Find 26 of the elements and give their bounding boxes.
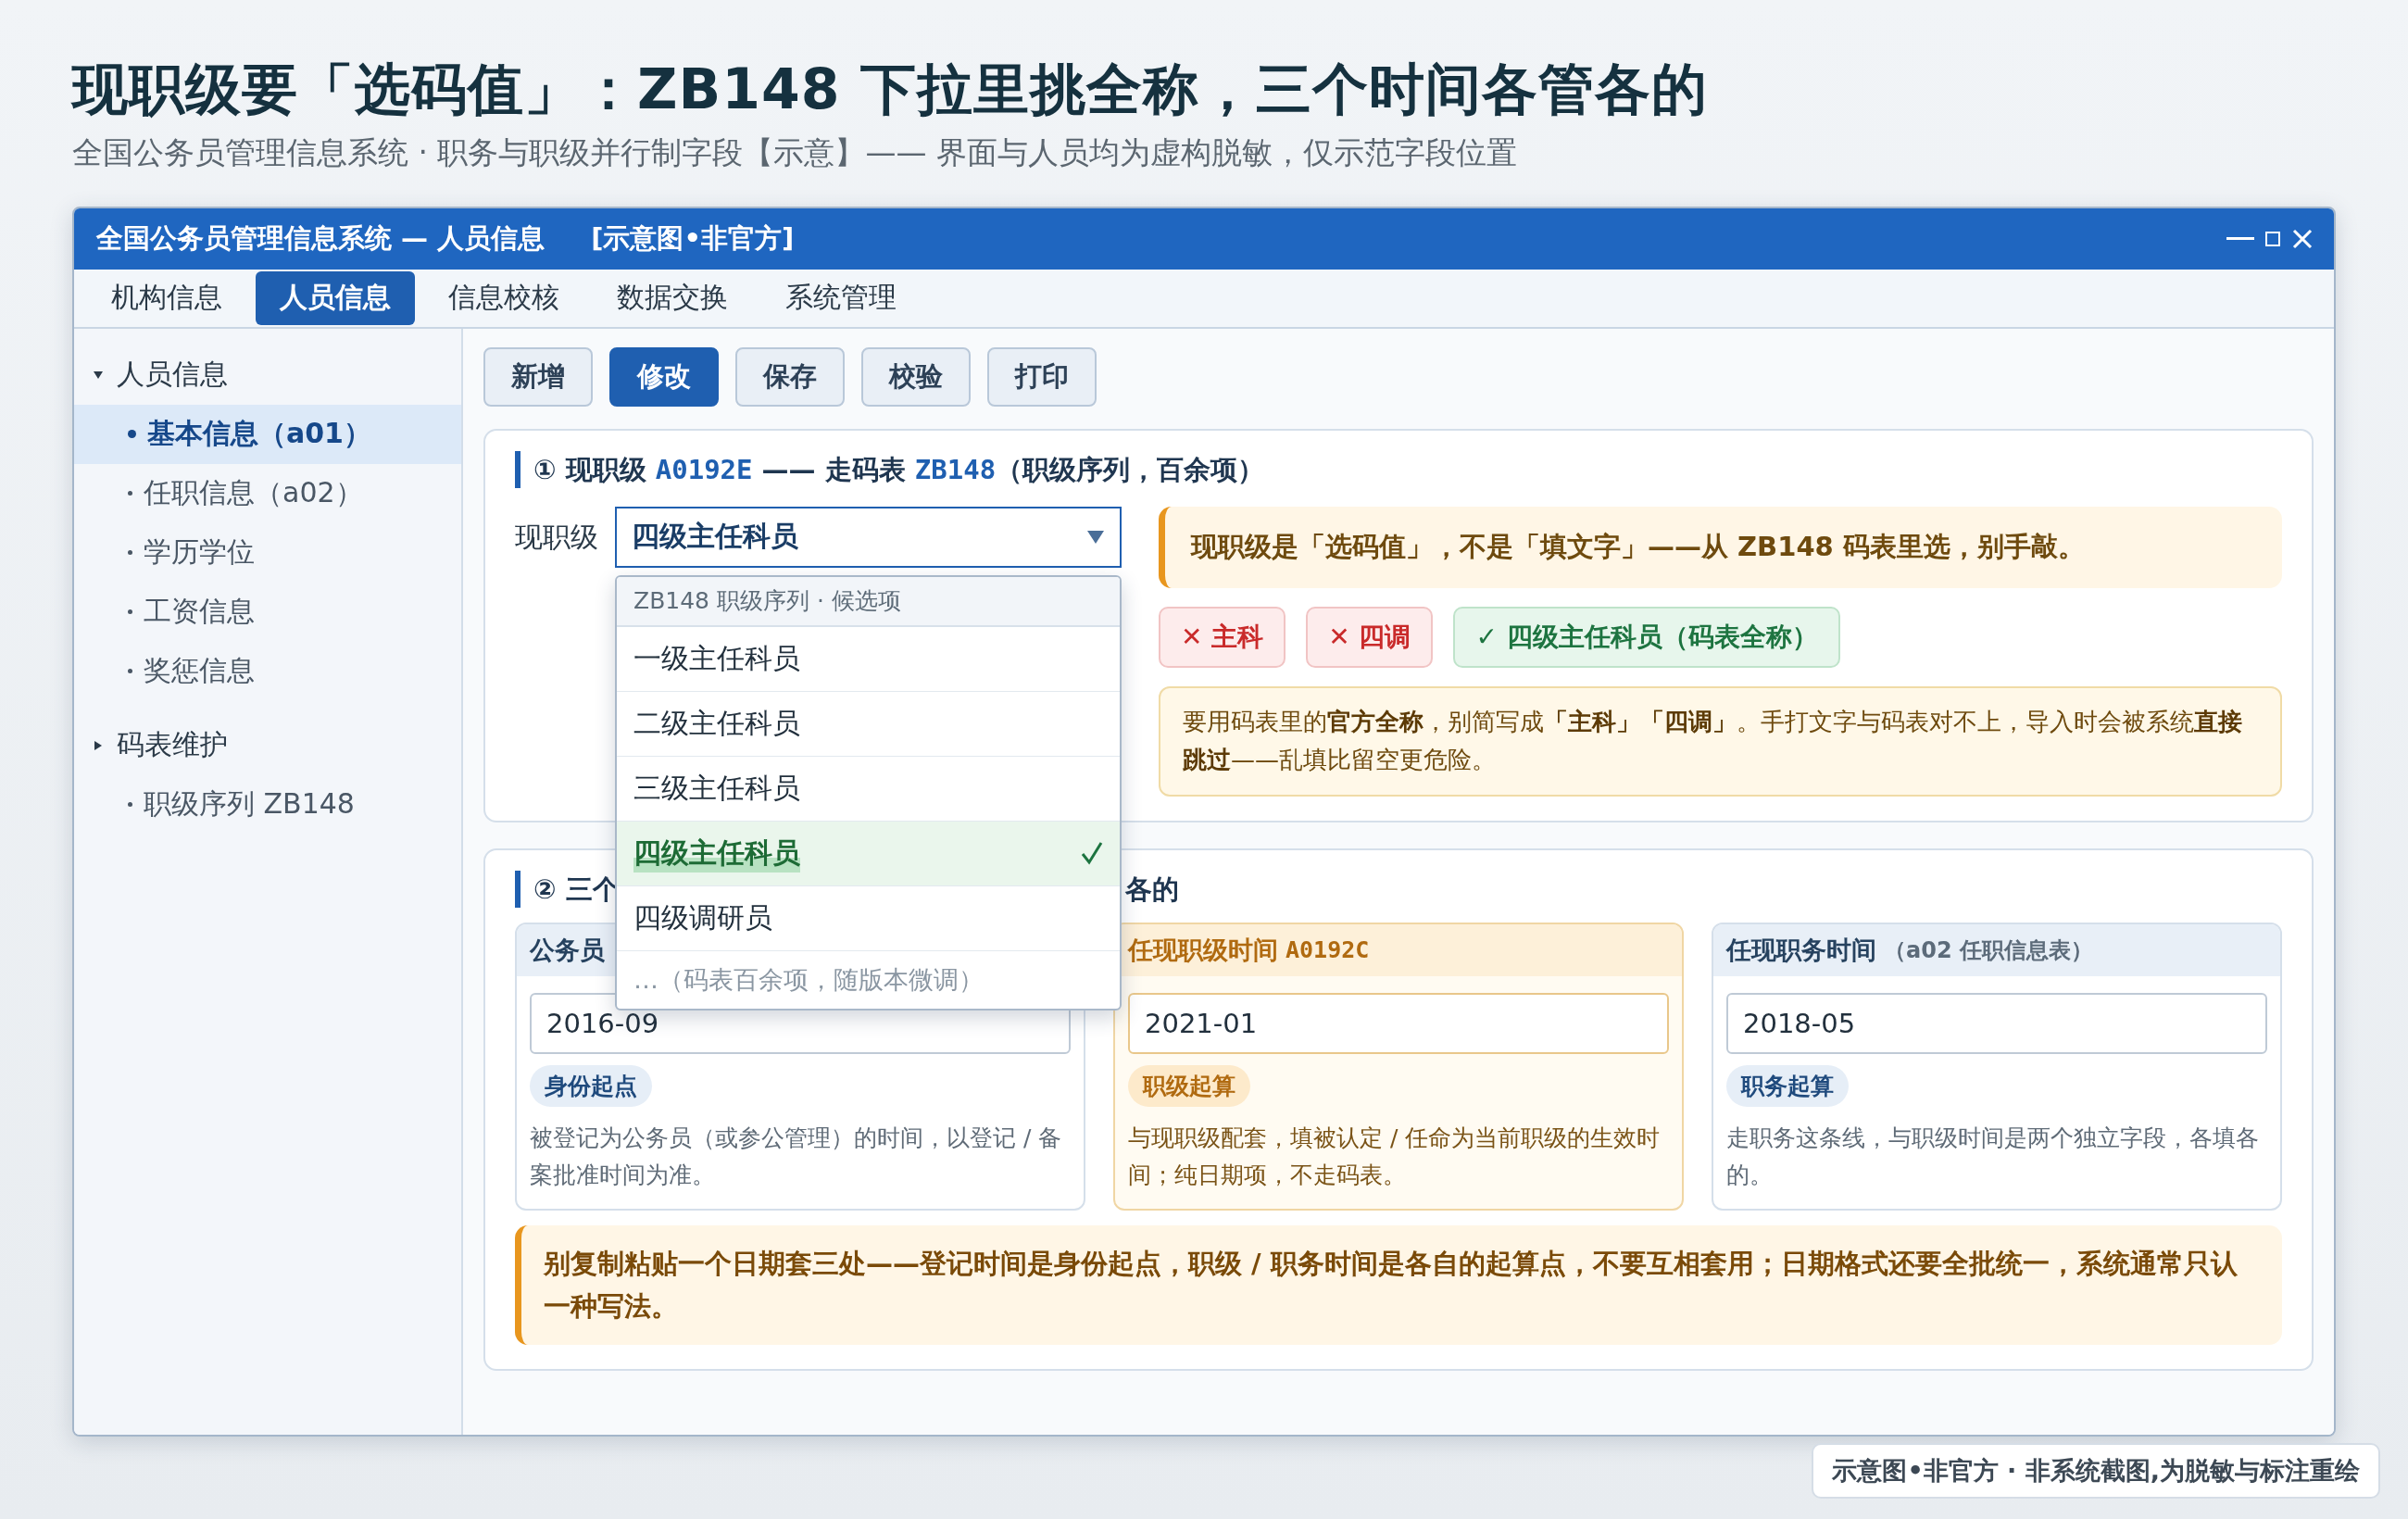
- info-note: 要用码表里的官方全称，别简写成「主科」「四调」。手打文字与码表对不上，导入时会被系统直接跳过——乱填比留空更危险。: [1159, 685, 2282, 797]
- card-subtitle: （a02 任职信息表）: [1884, 935, 2093, 965]
- card-description: 被登记为公务员（或参公管理）的时间，以登记 / 备案批准时间为准。: [530, 1123, 1063, 1190]
- callout-note: 现职级是「选码值」，不是「填文字」——从 ZB148 码表里选，别手敲。: [1159, 506, 2282, 588]
- card-title: 任现职级时间: [1128, 934, 1278, 966]
- window-tag: [示意图•非官方]: [591, 220, 795, 257]
- wrong-example-tag: ✕ 主科: [1159, 606, 1286, 668]
- card-description: 走职务这条线，与职级时间是两个独立字段，各填各的。: [1726, 1123, 2260, 1190]
- wrong-example-tag: ✕ 四调: [1306, 606, 1434, 668]
- card-title: 任现职务时间: [1726, 934, 1876, 966]
- window-title: 全国公务员管理信息系统 — 人员信息: [96, 220, 546, 256]
- page-subtitle: 全国公务员管理信息系统 · 职务与职级并行制字段【示意】—— 界面与人员均为虚构脱敏，仅示范字段位置: [72, 134, 1518, 171]
- section-heading: 各的: [1125, 872, 1180, 907]
- category-tag: 职级起算: [1128, 1064, 1250, 1107]
- disclaimer-badge: 示意图•非官方 · 非系统截图,为脱敏与标注重绘: [1812, 1443, 2380, 1499]
- field-label: 现职级: [515, 519, 598, 555]
- page-headline: 现职级要「选码值」：ZB148 下拉里挑全称，三个时间各管各的: [72, 57, 1710, 121]
- category-tag: 身份起点: [530, 1064, 652, 1107]
- warning-note: 别复制粘贴一个日期套三处——登记时间是身份起点，职级 / 职务时间是各自的起算点，不要互相套用；日期格式还要全批统一，系统通常只认一种写法。: [515, 1224, 2282, 1345]
- dropdown-header: ZB148 职级序列 · 候选项: [617, 576, 1120, 627]
- section-heading: ① 现职级 A0192E —— 走码表 ZB148（职级序列，百余项）: [515, 450, 2282, 488]
- category-tag: 职务起算: [1726, 1064, 1849, 1107]
- field-code: A0192C: [1286, 936, 1370, 964]
- card-title: 公务员: [530, 934, 605, 966]
- card-description: 与现职级配套，填被认定 / 任命为当前职级的生效时间；纯日期项，不走码表。: [1128, 1123, 1662, 1190]
- correct-example-tag: ✓ 四级主任科员（码表全称）: [1453, 606, 1840, 668]
